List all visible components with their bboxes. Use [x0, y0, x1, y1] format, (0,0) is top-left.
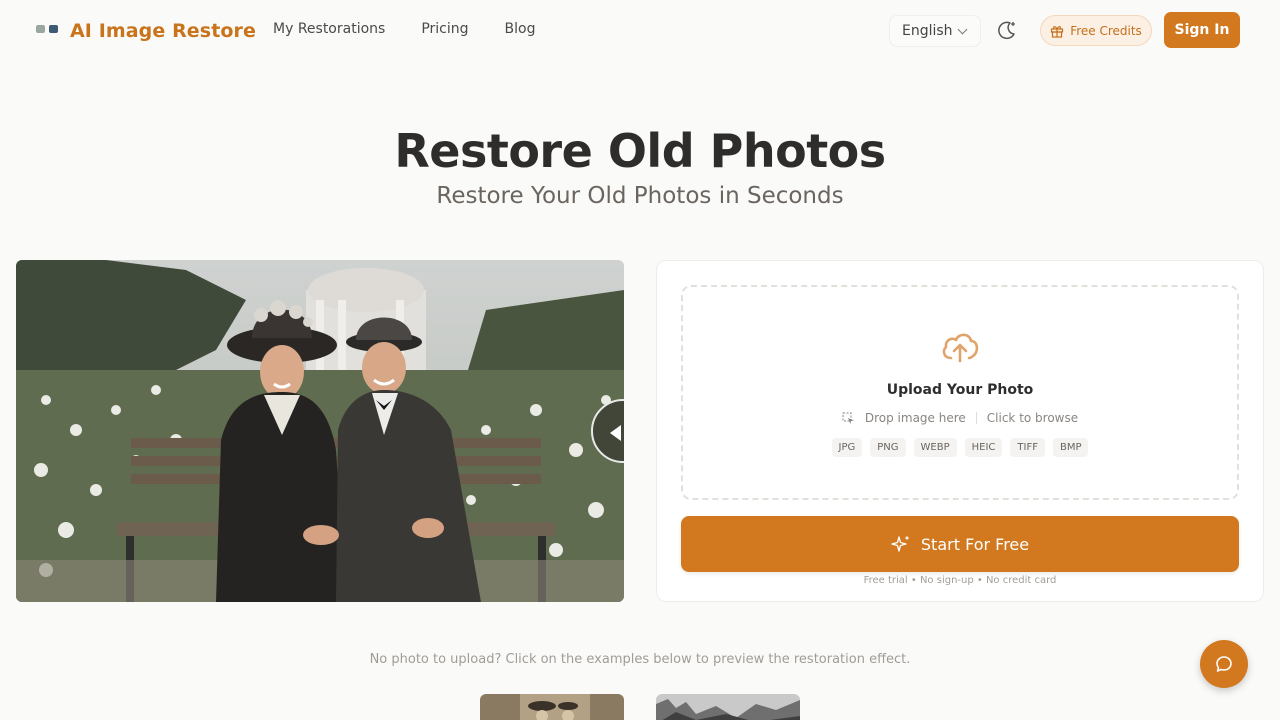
format-badge: BMP: [1052, 438, 1089, 457]
drag-drop-icon: [842, 412, 854, 424]
start-note: Free trial • No sign-up • No credit card: [863, 575, 1057, 586]
theme-toggle-icon[interactable]: [996, 19, 1018, 41]
main-nav: My Restorations Pricing Blog: [273, 21, 535, 37]
site-header: AI Image Restore My Restorations Pricing…: [0, 0, 1280, 62]
slider-knob: [591, 399, 624, 463]
free-credits-label: Free Credits: [1070, 23, 1142, 38]
format-badge: WEBP: [913, 438, 957, 457]
page-subtitle: Restore Your Old Photos in Seconds: [436, 183, 844, 209]
format-list: JPG PNG WEBP HEIC TIFF BMP: [681, 438, 1239, 457]
format-badge: PNG: [870, 438, 906, 457]
start-for-free-button[interactable]: Start For Free: [681, 516, 1239, 572]
chevron-down-icon: [957, 24, 968, 35]
gift-icon: [1051, 25, 1064, 38]
start-button-label: Start For Free: [920, 534, 1030, 554]
browse-hint-text[interactable]: Click to browse: [987, 411, 1078, 425]
sign-in-button[interactable]: Sign In: [1164, 12, 1240, 48]
nav-pricing[interactable]: Pricing: [421, 21, 468, 37]
example-thumbnail-couple[interactable]: [480, 694, 624, 720]
nav-blog[interactable]: Blog: [505, 21, 536, 37]
cloud-upload-icon: [941, 330, 979, 364]
before-after-photo[interactable]: [16, 260, 624, 602]
compare-slider-handle[interactable]: [591, 399, 624, 463]
format-badge: JPG: [831, 438, 863, 457]
free-credits-button[interactable]: Free Credits: [1040, 15, 1152, 46]
upload-hint: Drop image here Click to browse: [681, 411, 1239, 425]
logo[interactable]: AI Image Restore: [36, 20, 256, 42]
chat-bubble-icon: [1216, 656, 1232, 672]
example-thumbnail-landscape[interactable]: [656, 694, 800, 720]
page-title: Restore Old Photos: [394, 124, 886, 178]
chat-button[interactable]: [1200, 640, 1248, 688]
drop-hint-text: Drop image here: [864, 411, 966, 425]
format-badge: TIFF: [1010, 438, 1045, 457]
logo-icon: [36, 21, 60, 41]
format-badge: HEIC: [964, 438, 1003, 457]
logo-text: AI Image Restore: [70, 20, 256, 42]
language-label: English: [902, 23, 953, 39]
upload-title: Upload Your Photo: [886, 382, 1034, 398]
nav-my-restorations[interactable]: My Restorations: [273, 21, 385, 37]
sparkle-icon: [891, 535, 910, 552]
hint-divider: [975, 412, 977, 424]
examples-note: No photo to upload? Click on the example…: [369, 652, 911, 667]
arrow-left-icon: [610, 425, 621, 441]
language-select[interactable]: English: [889, 15, 981, 47]
